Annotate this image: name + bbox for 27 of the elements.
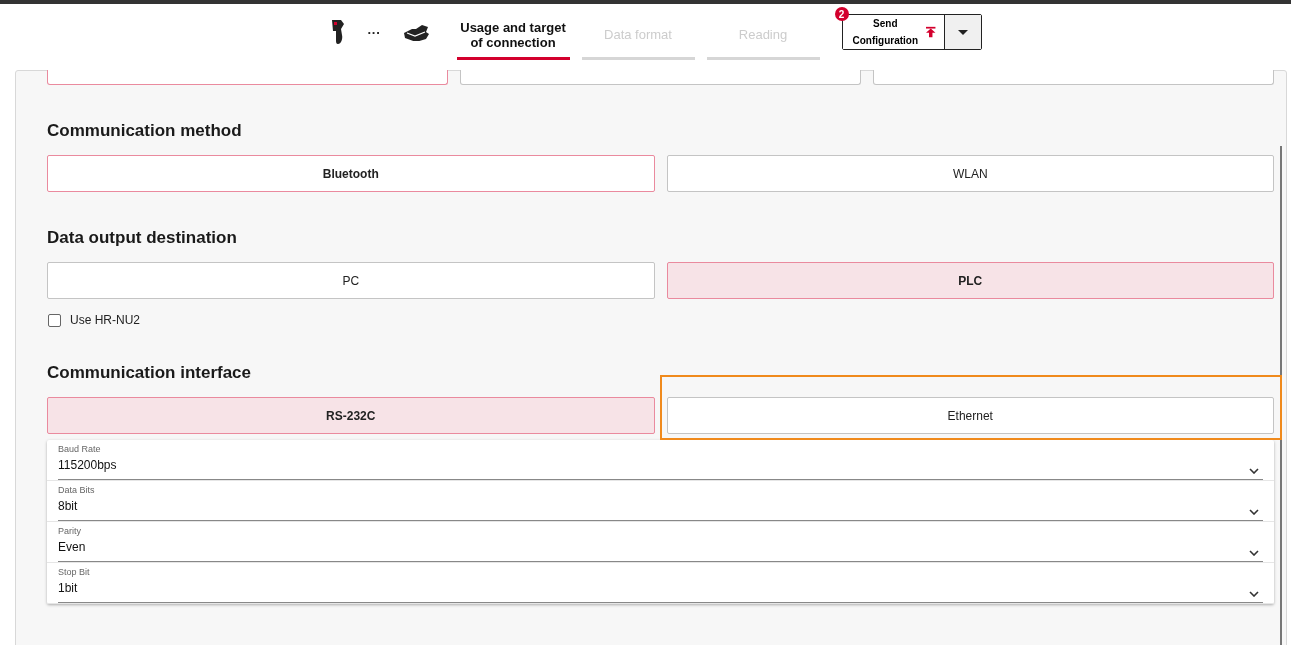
chevron-down-icon <box>1249 468 1259 474</box>
cradle-icon[interactable] <box>402 23 431 41</box>
select-field[interactable]: Baud Rate 115200bps <box>58 443 1263 480</box>
scanner-icon[interactable] <box>329 19 346 45</box>
step-tab[interactable]: Usage and target of connection <box>456 8 570 60</box>
checkbox-label: Use HR-NU2 <box>70 313 140 327</box>
more-steps-text: ··· <box>367 24 381 40</box>
checkbox[interactable] <box>48 313 61 327</box>
section-heading: Data output destination <box>47 227 238 249</box>
upload-icon <box>926 26 936 38</box>
option-button[interactable]: Bluetooth <box>47 155 655 192</box>
option-button[interactable]: RS-232C <box>47 397 655 434</box>
section-heading: Communication interface <box>47 362 253 384</box>
dropdown-button[interactable] <box>944 15 981 49</box>
select-field[interactable]: Parity Even <box>58 525 1263 562</box>
notification-badge: 2 <box>834 7 849 21</box>
caret-icon <box>957 29 968 35</box>
option-button[interactable]: PC <box>47 262 655 299</box>
chevron-down-icon <box>1249 591 1259 597</box>
select-field[interactable]: Stop Bit 1bit <box>58 566 1263 603</box>
chevron-down-icon <box>1249 550 1259 556</box>
chevron-down-icon <box>1249 509 1259 515</box>
select-field[interactable]: Data Bits 8bit <box>58 484 1263 521</box>
section-heading: Communication method <box>47 120 243 142</box>
option-button[interactable]: PLC <box>666 262 1274 299</box>
option-button[interactable]: WLAN <box>666 155 1274 192</box>
option-button[interactable]: Ethernet <box>666 397 1274 434</box>
